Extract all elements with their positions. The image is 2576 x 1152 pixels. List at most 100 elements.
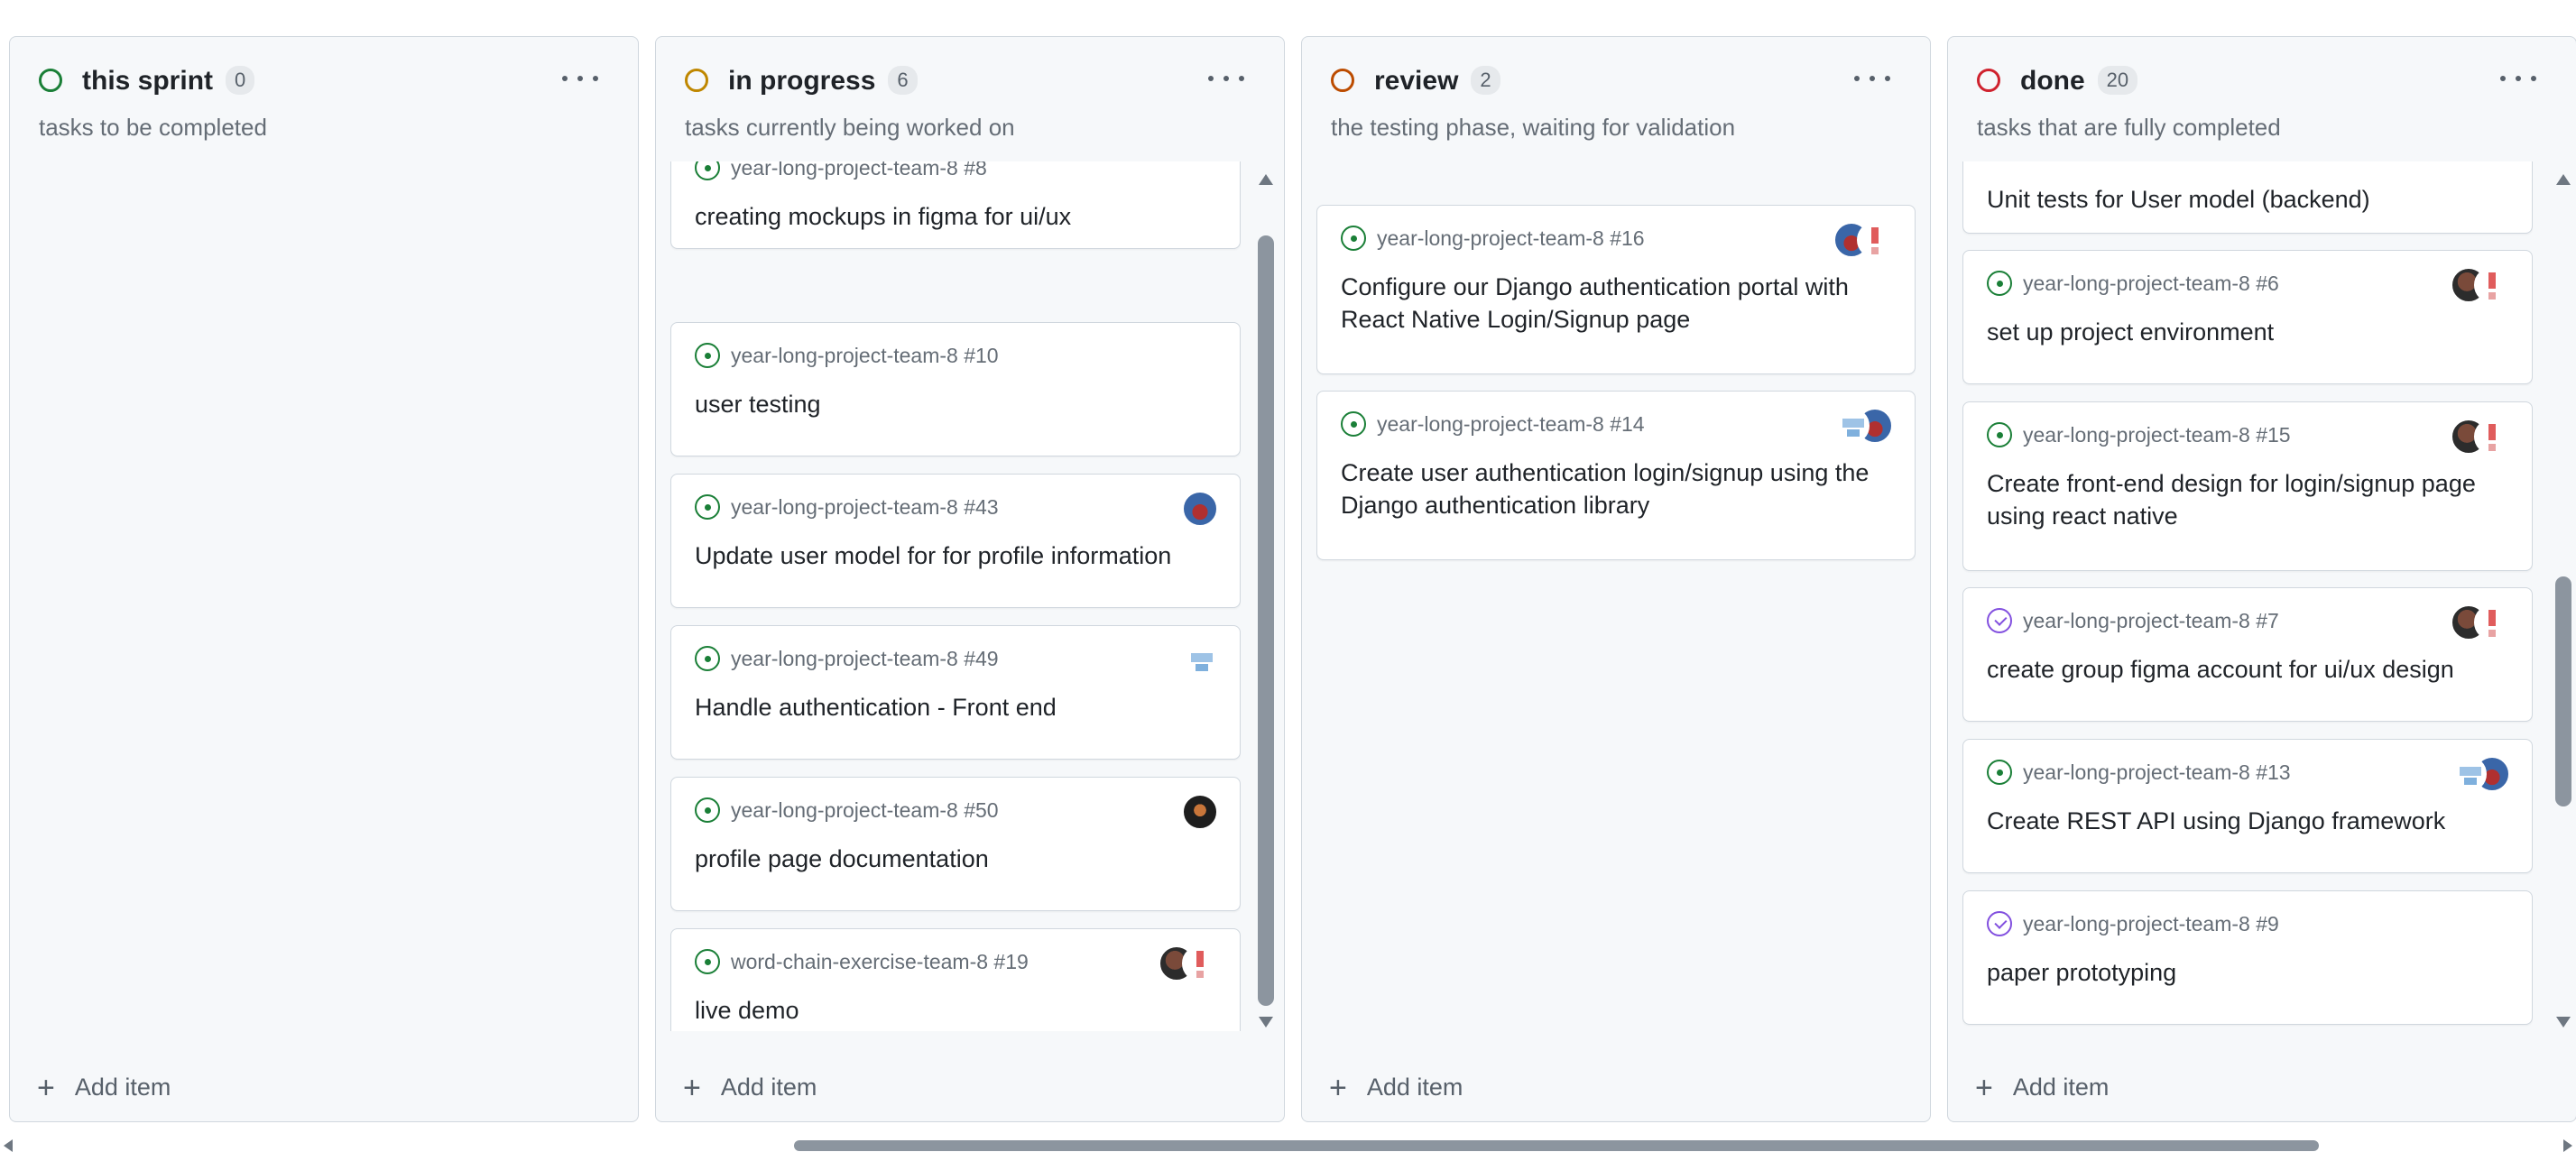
card-title[interactable]: live demo [695,994,1216,1027]
assignee-avatars[interactable] [1182,794,1218,830]
card-repo-number: word-chain-exercise-team-8 #19 [731,949,1029,973]
assignee-avatars[interactable] [2451,267,2510,303]
card-title[interactable]: Configure our Django authentication port… [1341,271,1891,336]
plus-icon: + [1975,1070,1993,1105]
avatar[interactable] [2474,604,2510,641]
scrollbar-thumb[interactable] [794,1140,2319,1151]
issue-card[interactable]: year-long-project-team-8 #13 Create REST… [1962,739,2533,873]
vertical-scrollbar[interactable] [2553,170,2574,1031]
card-repo-number: year-long-project-team-8 #16 [1377,226,1645,250]
column-header: in progress 6 tasks currently being worke… [656,37,1284,163]
avatar[interactable] [1182,945,1218,982]
card-repo-number: year-long-project-team-8 #14 [1377,411,1645,436]
card-repo-number: year-long-project-team-8 #6 [2023,271,2279,295]
card-meta: year-long-project-team-8 #15 [1987,422,2291,447]
assignee-avatars[interactable] [2451,756,2510,792]
card-title[interactable]: set up project environment [1987,316,2508,348]
card-title[interactable]: profile page documentation [695,843,1216,875]
card-repo-number: year-long-project-team-8 #49 [731,646,999,670]
card-meta: year-long-project-team-8 #9 [1987,911,2279,936]
card-title[interactable]: user testing [695,388,1216,420]
add-item-button[interactable]: + Add item [1329,1073,1463,1103]
scroll-down-arrow-icon[interactable] [2556,1017,2571,1028]
card-title[interactable]: creating mockups in figma for ui/ux [695,200,1216,233]
card-meta: year-long-project-team-8 #8 [695,161,987,180]
column-header: review 2 the testing phase, waiting for v… [1302,37,1930,163]
card-repo-number: year-long-project-team-8 #10 [731,343,999,367]
issue-card[interactable]: year-long-project-team-8 #50 profile pag… [670,777,1241,911]
issue-card[interactable]: year-long-project-team-8 #8 creating moc… [670,161,1241,249]
card-title[interactable]: Create front-end design for login/signup… [1987,467,2508,532]
card-meta: year-long-project-team-8 #13 [1987,760,2291,785]
add-item-button[interactable]: + Add item [37,1073,171,1103]
card-repo-number: year-long-project-team-8 #13 [2023,760,2291,784]
column-title: done 20 [2020,64,2138,98]
card-list: Unit tests for User model (backend) year… [1962,161,2533,1031]
assignee-avatars[interactable] [2451,604,2510,641]
card-repo-number: year-long-project-team-8 #9 [2023,911,2279,935]
issue-card[interactable]: year-long-project-team-8 #15 Create fron… [1962,401,2533,571]
issue-card[interactable]: year-long-project-team-8 #10 user testin… [670,322,1241,456]
card-meta: year-long-project-team-8 #6 [1987,271,2279,296]
column-count-badge: 2 [1471,66,1500,96]
issue-card[interactable]: year-long-project-team-8 #6 set up proje… [1962,250,2533,384]
issue-card[interactable]: year-long-project-team-8 #7 create group… [1962,587,2533,722]
assignee-avatars[interactable] [1833,222,1893,258]
card-title[interactable]: paper prototyping [1987,956,2508,989]
avatar[interactable] [1182,642,1218,678]
issue-card[interactable]: word-chain-exercise-team-8 #19 live demo [670,928,1241,1031]
issue-open-icon [1987,760,2012,785]
add-item-button[interactable]: + Add item [1975,1070,2109,1105]
card-title[interactable]: create group figma account for ui/ux des… [1987,653,2508,686]
avatar[interactable] [2474,419,2510,455]
assignee-avatars[interactable] [1182,642,1218,678]
card-meta: word-chain-exercise-team-8 #19 [695,949,1029,974]
card-title[interactable]: Create REST API using Django framework [1987,805,2508,837]
column-header: this sprint 0 tasks to be completed [10,37,638,163]
scroll-right-arrow-icon[interactable] [2563,1139,2572,1152]
avatar[interactable] [1182,794,1218,830]
issue-open-icon [695,797,720,823]
scroll-down-arrow-icon[interactable] [1259,1017,1273,1028]
column-title-text: this sprint [82,66,214,96]
scroll-up-arrow-icon[interactable] [1259,174,1273,185]
issue-card[interactable]: year-long-project-team-8 #14 Create user… [1316,391,1916,560]
vertical-scrollbar[interactable] [1255,170,1277,1031]
assignee-avatars[interactable] [1159,945,1218,982]
card-title[interactable]: Handle authentication - Front end [695,691,1216,723]
card-title[interactable]: Create user authentication login/signup … [1341,456,1891,521]
issue-card[interactable]: year-long-project-team-8 #16 Configure o… [1316,205,1916,374]
column-menu-button[interactable] [2500,68,2536,89]
card-meta: year-long-project-team-8 #10 [695,343,999,368]
issue-card[interactable]: Unit tests for User model (backend) [1962,161,2533,234]
column-menu-button[interactable] [562,68,598,89]
horizontal-scrollbar[interactable] [0,1138,2576,1152]
column-done: done 20 tasks that are fully completed Un… [1947,36,2576,1122]
avatar[interactable] [1857,222,1893,258]
scroll-left-arrow-icon[interactable] [4,1139,13,1152]
issue-card[interactable]: year-long-project-team-8 #9 paper protot… [1962,890,2533,1025]
card-meta: year-long-project-team-8 #7 [1987,608,2279,633]
add-item-button[interactable]: + Add item [683,1073,817,1103]
card-title[interactable]: Unit tests for User model (backend) [1987,183,2508,216]
avatar[interactable] [2474,267,2510,303]
scroll-up-arrow-icon[interactable] [2556,174,2571,185]
avatar[interactable] [1833,408,1870,444]
issue-open-icon [1341,226,1366,251]
avatar[interactable] [2451,756,2487,792]
issue-card[interactable]: year-long-project-team-8 #43 Update user… [670,474,1241,608]
scrollbar-thumb[interactable] [1258,235,1274,1006]
assignee-avatars[interactable] [2451,419,2510,455]
scrollbar-thumb[interactable] [2555,576,2571,806]
card-title[interactable]: Update user model for for profile inform… [695,539,1216,572]
avatar[interactable] [1182,491,1218,527]
assignee-avatars[interactable] [1833,408,1893,444]
card-list [24,161,595,1031]
column-menu-button[interactable] [1854,68,1890,89]
status-circle-icon [1331,69,1354,92]
add-item-label: Add item [720,1074,817,1101]
issue-card[interactable]: year-long-project-team-8 #49 Handle auth… [670,625,1241,760]
column-in-progress: in progress 6 tasks currently being worke… [655,36,1285,1122]
assignee-avatars[interactable] [1182,491,1218,527]
column-menu-button[interactable] [1208,68,1244,89]
